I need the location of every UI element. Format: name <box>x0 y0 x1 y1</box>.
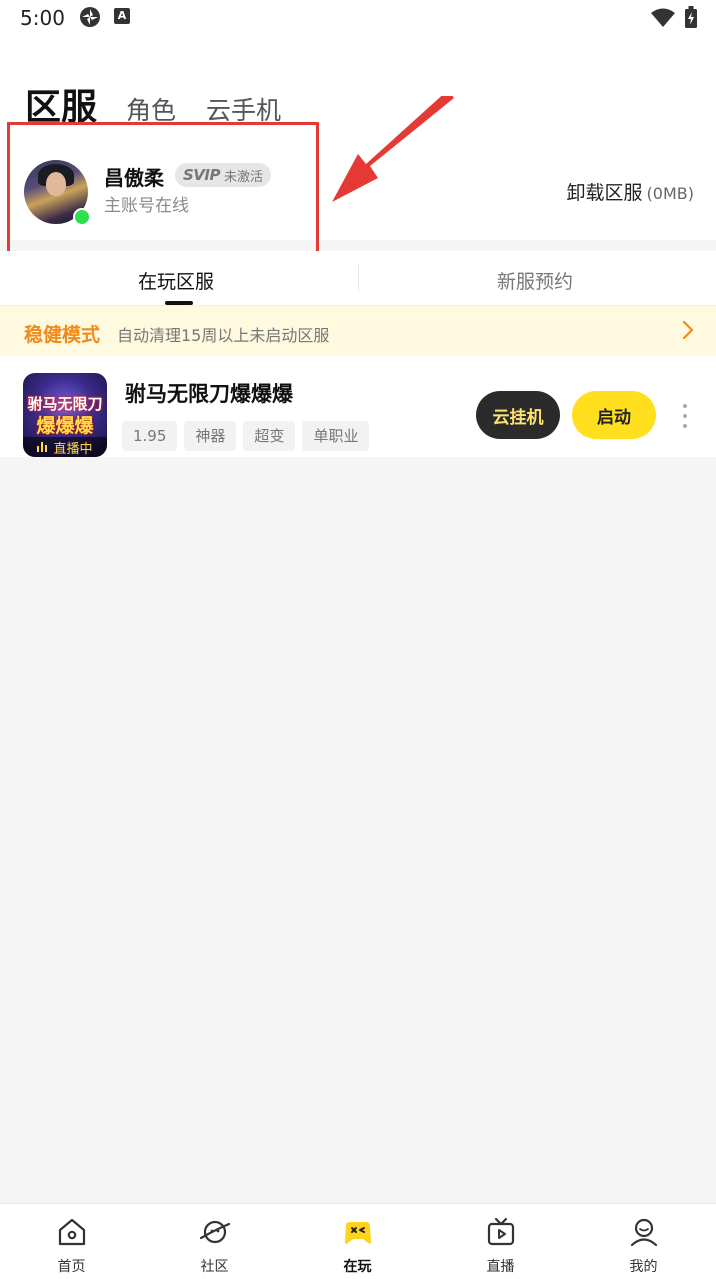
wifi-icon <box>651 8 675 27</box>
start-button[interactable]: 启动 <box>572 391 656 439</box>
app-notification-icon <box>80 7 100 27</box>
game-icon-text-bottom: 爆爆爆 <box>36 415 94 437</box>
stable-mode-bar[interactable]: 稳健模式 自动清理15周以上未启动区服 <box>0 306 716 356</box>
nav-item-live[interactable]: 直播 <box>429 1204 572 1279</box>
game-tag: 单职业 <box>302 421 370 451</box>
live-bars-icon <box>37 442 49 452</box>
nav-label: 社区 <box>200 1259 229 1275</box>
uninstall-label: 卸载区服 <box>566 182 643 204</box>
profile-icon <box>630 1218 658 1247</box>
nav-item-community[interactable]: 社区 <box>143 1204 286 1279</box>
game-title: 驸马无限刀爆爆爆 <box>125 382 293 406</box>
nav-label: 首页 <box>57 1259 86 1275</box>
text-notification-icon: A <box>114 8 130 24</box>
tab-divider <box>358 265 359 291</box>
annotation-arrow-icon <box>332 96 454 202</box>
more-options-icon[interactable] <box>678 402 692 430</box>
nav-label: 我的 <box>629 1259 658 1275</box>
header-section: 区服 角色 云手机 昌傲柔 SVIP 未激活 主账号在线 卸载区服 (0MB) <box>0 36 716 260</box>
game-tag: 1.95 <box>122 421 178 451</box>
nav-label: 在玩 <box>343 1259 372 1275</box>
tv-icon <box>487 1217 515 1246</box>
chevron-right-icon <box>682 320 694 340</box>
bottom-nav: 首页 社区 在玩 直播 我的 <box>0 1203 716 1279</box>
cloud-idle-button[interactable]: 云挂机 <box>476 391 560 439</box>
nav-item-playing[interactable]: 在玩 <box>286 1204 429 1279</box>
list-item[interactable]: 驸马无限刀 爆爆爆 直播中 驸马无限刀爆爆爆 1.95 神器 超变 单职业 云挂… <box>0 356 716 457</box>
tab-playing-servers[interactable]: 在玩区服 <box>138 267 214 294</box>
game-tags: 1.95 神器 超变 单职业 <box>122 421 370 451</box>
tab-new-server-reservation[interactable]: 新服预约 <box>497 267 573 294</box>
gamepad-icon <box>345 1222 371 1244</box>
live-label: 直播中 <box>53 441 93 457</box>
annotation-highlight-box <box>7 122 319 260</box>
status-time: 5:00 <box>20 6 65 30</box>
game-tag: 神器 <box>184 421 237 451</box>
nav-label: 直播 <box>486 1259 515 1275</box>
status-bar: 5:00 A <box>0 0 716 36</box>
active-tab-indicator <box>165 301 193 305</box>
uninstall-size: (0MB) <box>646 184 694 203</box>
battery-charging-icon <box>685 6 697 28</box>
home-icon <box>58 1218 86 1246</box>
nav-item-profile[interactable]: 我的 <box>572 1204 715 1279</box>
game-tag: 超变 <box>243 421 296 451</box>
stable-mode-description: 自动清理15周以上未启动区服 <box>117 326 330 345</box>
nav-item-home[interactable]: 首页 <box>0 1204 143 1279</box>
game-icon[interactable]: 驸马无限刀 爆爆爆 直播中 <box>23 373 107 457</box>
live-badge: 直播中 <box>23 437 107 457</box>
planet-icon <box>199 1220 231 1244</box>
uninstall-servers-button[interactable]: 卸载区服 (0MB) <box>567 178 694 205</box>
stable-mode-label: 稳健模式 <box>24 324 101 346</box>
server-subtabs: 在玩区服 新服预约 <box>0 251 716 306</box>
